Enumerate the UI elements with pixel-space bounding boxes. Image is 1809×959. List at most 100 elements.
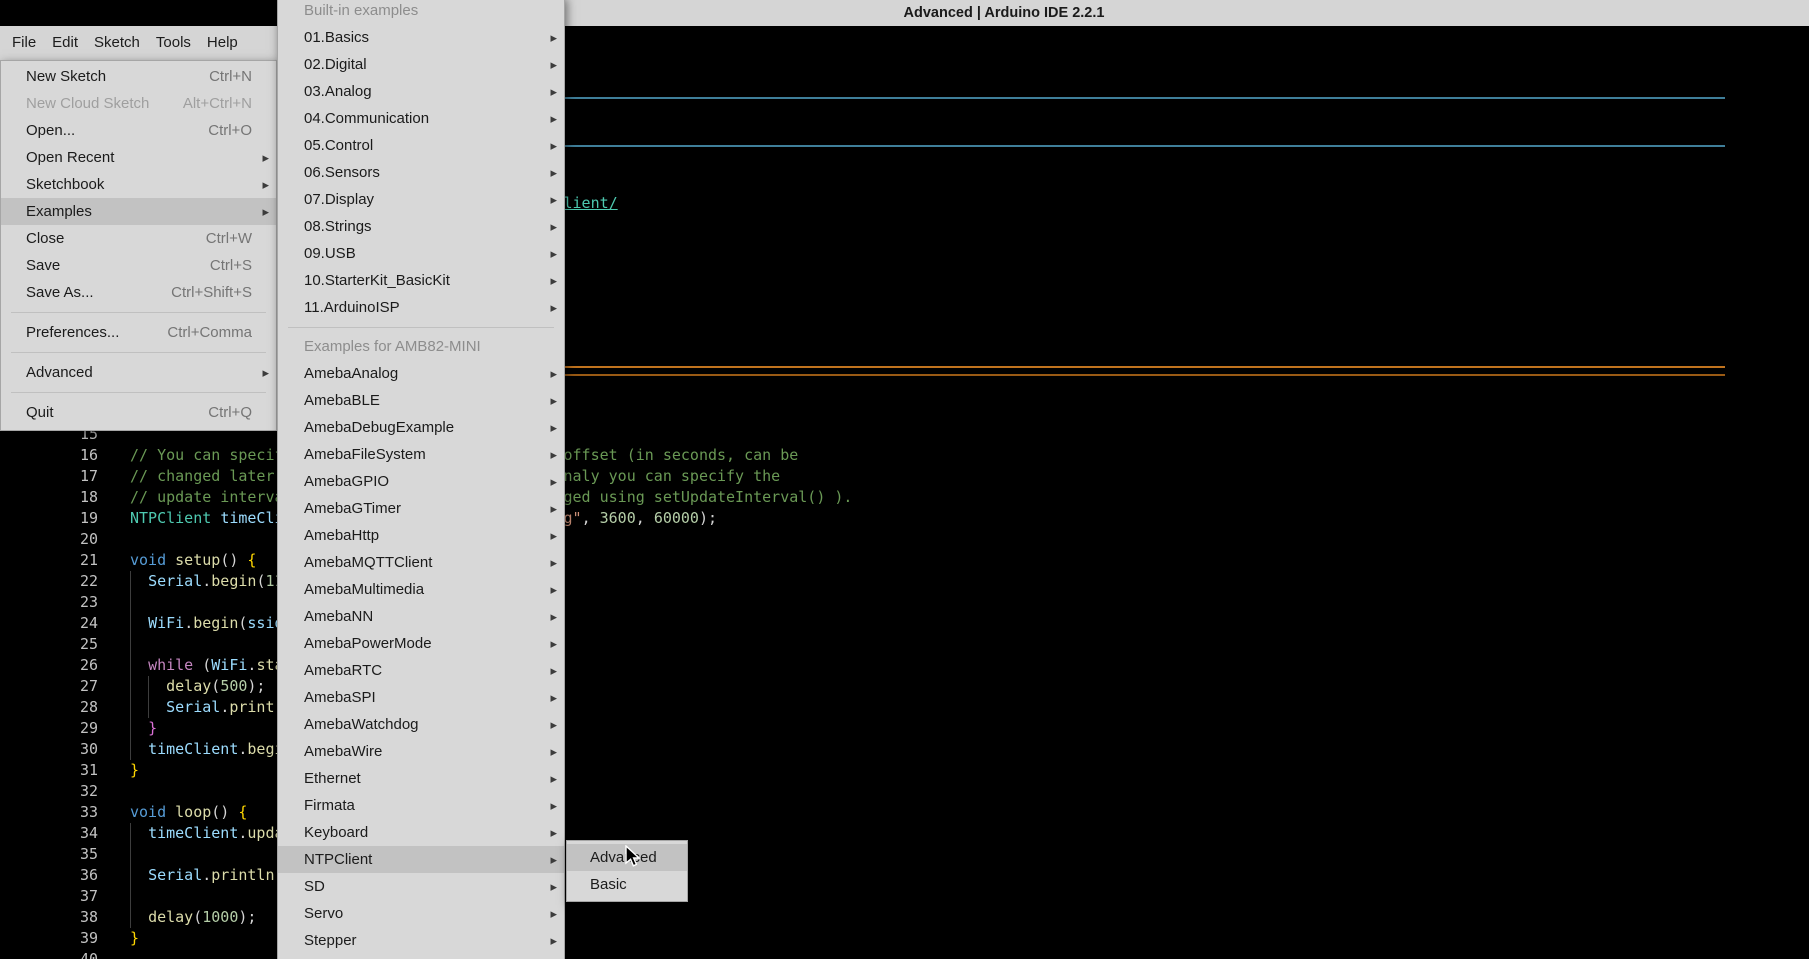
submenu-arrow-icon: ▸ (550, 873, 557, 900)
indent-guide (130, 823, 131, 928)
line-number: 38 (0, 907, 98, 928)
menu-item-label: New Cloud Sketch (26, 95, 149, 112)
examples-menu-item-03-analog[interactable]: 03.Analog▸ (278, 78, 564, 105)
examples-menu-item-amebafilesystem[interactable]: AmebaFileSystem▸ (278, 441, 564, 468)
menu-item-label: AmebaGPIO (304, 473, 389, 490)
code-line-40: 40 (0, 949, 1809, 959)
menu-item-shortcut: Ctrl+Shift+S (171, 284, 252, 301)
examples-menu-item-amebawire[interactable]: AmebaWire▸ (278, 738, 564, 765)
line-number: 29 (0, 718, 98, 739)
examples-menu-item-02-digital[interactable]: 02.Digital▸ (278, 51, 564, 78)
examples-menu-item-06-sensors[interactable]: 06.Sensors▸ (278, 159, 564, 186)
examples-menu-item-amebahttp[interactable]: AmebaHttp▸ (278, 522, 564, 549)
submenu-arrow-icon: ▸ (550, 78, 557, 105)
examples-menu-item-04-communication[interactable]: 04.Communication▸ (278, 105, 564, 132)
file-menu-item-examples[interactable]: Examples▸ (1, 198, 276, 225)
examples-menu-item-amebann[interactable]: AmebaNN▸ (278, 603, 564, 630)
code-line-38: 38 delay(1000); (0, 907, 1809, 928)
menu-item-label: New Sketch (26, 68, 106, 85)
menu-item-label: Advanced (26, 364, 93, 381)
examples-menu-item-stepper[interactable]: Stepper▸ (278, 927, 564, 954)
submenu-arrow-icon: ▸ (262, 144, 269, 171)
examples-menu-item-sd[interactable]: SD▸ (278, 873, 564, 900)
examples-menu-item-ethernet[interactable]: Ethernet▸ (278, 765, 564, 792)
examples-menu-item-amebagpio[interactable]: AmebaGPIO▸ (278, 468, 564, 495)
examples-menu-item-header-examples-for-amb82-mini: Examples for AMB82-MINI (278, 333, 564, 360)
examples-menu-item-01-basics[interactable]: 01.Basics▸ (278, 24, 564, 51)
indent-guide (148, 676, 149, 718)
menu-item-label: Keyboard (304, 824, 368, 841)
menu-item-shortcut: Ctrl+O (208, 122, 252, 139)
line-number: 30 (0, 739, 98, 760)
examples-menu-item-05-control[interactable]: 05.Control▸ (278, 132, 564, 159)
file-menu-item-open-recent[interactable]: Open Recent ▸ (1, 144, 276, 171)
examples-menu-item-amebamultimedia[interactable]: AmebaMultimedia▸ (278, 576, 564, 603)
menubar-item-file[interactable]: File (4, 26, 44, 60)
examples-menu-item-amebamqttclient[interactable]: AmebaMQTTClient▸ (278, 549, 564, 576)
menubar-item-edit[interactable]: Edit (44, 26, 86, 60)
examples-menu-item-amebaanalog[interactable]: AmebaAnalog▸ (278, 360, 564, 387)
submenu-arrow-icon: ▸ (550, 657, 557, 684)
file-menu-item-new-sketch[interactable]: New SketchCtrl+N (1, 63, 276, 90)
examples-menu-item-08-strings[interactable]: 08.Strings▸ (278, 213, 564, 240)
line-number: 35 (0, 844, 98, 865)
code-line-text: void loop() { (130, 802, 247, 823)
examples-menu-item-firmata[interactable]: Firmata▸ (278, 792, 564, 819)
code-line-27: 27 delay(500); (0, 676, 1809, 697)
file-menu-item-save[interactable]: SaveCtrl+S (1, 252, 276, 279)
file-menu-item-sketchbook[interactable]: Sketchbook▸ (1, 171, 276, 198)
menu-item-label: Examples (26, 203, 92, 220)
menu-item-label: Servo (304, 905, 343, 922)
code-line-25: 25 (0, 634, 1809, 655)
examples-menu-item-amebartc[interactable]: AmebaRTC▸ (278, 657, 564, 684)
line-number: 32 (0, 781, 98, 802)
line-number: 28 (0, 697, 98, 718)
menu-item-label: AmebaWatchdog (304, 716, 419, 733)
ntpclient-menu-item-basic[interactable]: Basic (567, 871, 687, 898)
examples-menu-item-amebable[interactable]: AmebaBLE▸ (278, 387, 564, 414)
menu-item-label: 01.Basics (304, 29, 369, 46)
examples-menu-item-amebagtimer[interactable]: AmebaGTimer▸ (278, 495, 564, 522)
menu-item-label: AmebaWire (304, 743, 382, 760)
examples-menu-item-amebapowermode[interactable]: AmebaPowerMode▸ (278, 630, 564, 657)
submenu-arrow-icon: ▸ (550, 630, 557, 657)
examples-menu-item-07-display[interactable]: 07.Display▸ (278, 186, 564, 213)
menu-item-label: Stepper (304, 932, 357, 949)
menu-item-label: Preferences... (26, 324, 119, 341)
examples-menu-item-amebaspi[interactable]: AmebaSPI▸ (278, 684, 564, 711)
menubar-item-sketch[interactable]: Sketch (86, 26, 148, 60)
line-number: 40 (0, 949, 98, 959)
menubar-item-tools[interactable]: Tools (148, 26, 199, 60)
menubar-item-help[interactable]: Help (199, 26, 246, 60)
line-number: 21 (0, 550, 98, 571)
file-menu-item-advanced[interactable]: Advanced▸ (1, 359, 276, 386)
code-line-18: 18// update interval (in milliseconds, c… (0, 487, 1809, 508)
examples-menu-item-servo[interactable]: Servo ▸ (278, 900, 564, 927)
menu-item-label: NTPClient (304, 851, 372, 868)
submenu-arrow-icon: ▸ (550, 900, 557, 927)
menu-bar: File Edit Sketch Tools Help (0, 26, 277, 60)
menu-item-label: Open Recent (26, 149, 114, 166)
examples-menu-item-header-built-in-examples: Built-in examples (278, 0, 564, 24)
examples-menu-item-ntpclient[interactable]: NTPClient▸ (278, 846, 564, 873)
file-menu-item-save-as[interactable]: Save As...Ctrl+Shift+S (1, 279, 276, 306)
line-number: 31 (0, 760, 98, 781)
menu-item-label: 02.Digital (304, 56, 367, 73)
menu-item-label: AmebaDebugExample (304, 419, 454, 436)
submenu-arrow-icon: ▸ (550, 441, 557, 468)
submenu-arrow-icon: ▸ (550, 711, 557, 738)
file-menu-item-preferences[interactable]: Preferences...Ctrl+Comma (1, 319, 276, 346)
code-line-30: 30 timeClient.begin(); (0, 739, 1809, 760)
file-menu-item-quit[interactable]: QuitCtrl+Q (1, 399, 276, 426)
examples-menu-item-keyboard[interactable]: Keyboard▸ (278, 819, 564, 846)
examples-menu-item-amebadebugexample[interactable]: AmebaDebugExample▸ (278, 414, 564, 441)
file-menu-item-open[interactable]: Open...Ctrl+O (1, 117, 276, 144)
menu-item-label: AmebaSPI (304, 689, 376, 706)
examples-menu-item-amebawatchdog[interactable]: AmebaWatchdog ▸ (278, 711, 564, 738)
file-menu-item-close[interactable]: CloseCtrl+W (1, 225, 276, 252)
menu-item-label: Quit (26, 404, 54, 421)
examples-menu-item-10-starterkit-basickit[interactable]: 10.StarterKit_BasicKit▸ (278, 267, 564, 294)
examples-menu-item-11-arduinoisp[interactable]: 11.ArduinoISP▸ (278, 294, 564, 321)
file-menu-item-new-cloud-sketch[interactable]: New Cloud SketchAlt+Ctrl+N (1, 90, 276, 117)
examples-menu-item-09-usb[interactable]: 09.USB▸ (278, 240, 564, 267)
